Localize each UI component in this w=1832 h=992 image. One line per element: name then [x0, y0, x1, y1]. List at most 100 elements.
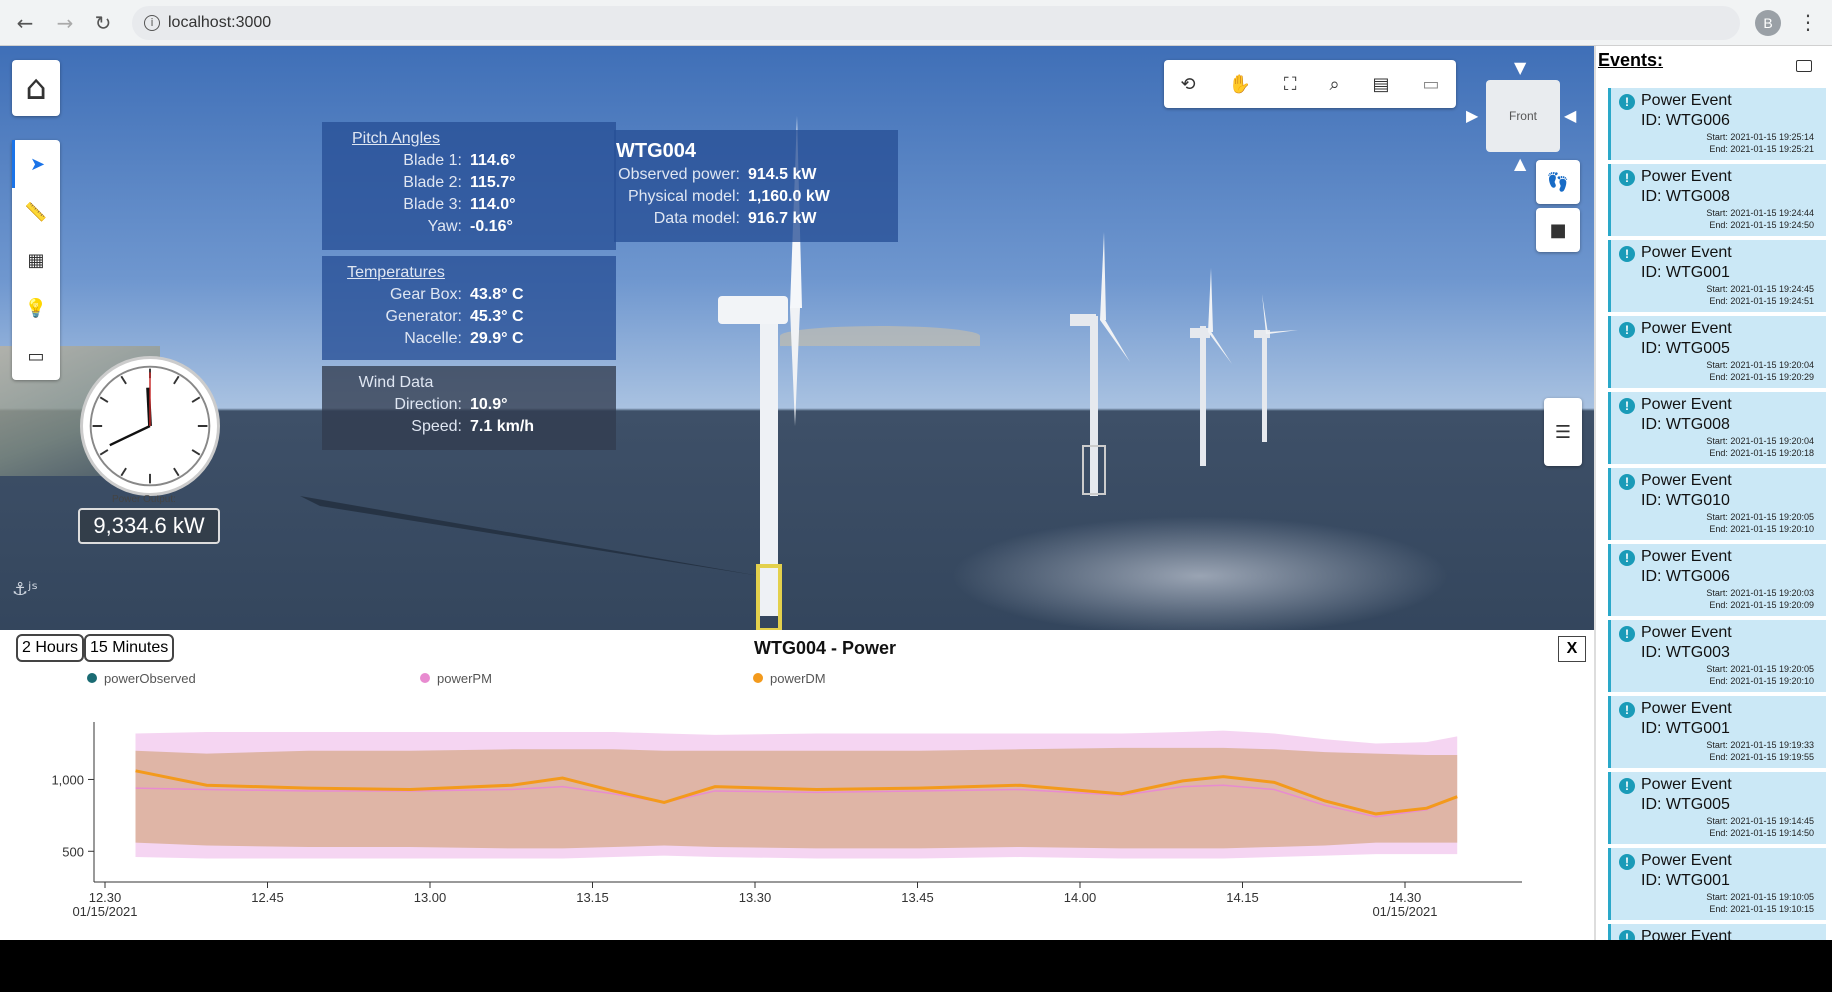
wind-value: 7.1 km/h	[470, 418, 535, 435]
event-card[interactable]: ! Power Event ID: WTG005 Start: 2021-01-15 …	[1608, 772, 1826, 844]
pitch-angles-header[interactable]: Pitch Angles	[322, 128, 470, 150]
event-end: End: 2021-01-15 19:14:50	[1709, 828, 1814, 838]
temp-value: 45.3° C	[470, 308, 524, 325]
camera-button[interactable]: ■	[1536, 208, 1580, 252]
event-start: Start: 2021-01-15 19:20:05	[1706, 512, 1814, 522]
forward-arrow-icon[interactable]: →	[52, 10, 78, 36]
window-tool-button[interactable]: ▭	[12, 332, 60, 380]
event-title: Power Event	[1641, 928, 1732, 940]
turbine-blade	[1100, 232, 1106, 320]
home-button[interactable]: ⌂	[12, 60, 60, 116]
event-title: Power Event	[1641, 700, 1732, 717]
event-start: Start: 2021-01-15 19:10:05	[1706, 892, 1814, 902]
walk-mode-button[interactable]: 👣	[1536, 160, 1580, 204]
minimize-icon[interactable]	[1796, 60, 1812, 72]
navigation-cube[interactable]: Front	[1486, 80, 1560, 152]
event-end: End: 2021-01-15 19:20:09	[1709, 600, 1814, 610]
fullscreen-icon[interactable]: ⛶	[1284, 74, 1297, 95]
event-card[interactable]: ! Power Event ID: WTG006 Start: 2021-01-15 …	[1608, 544, 1826, 616]
temp-row: Nacelle: 29.9° C	[322, 328, 616, 350]
event-id: ID: WTG010	[1641, 492, 1730, 509]
navcube-up-arrow-icon[interactable]: ▼	[1514, 58, 1526, 77]
turbine-blade	[1262, 294, 1268, 334]
event-card[interactable]: ! Power Event ID: WTG001 Start: 2021-01-15 …	[1608, 696, 1826, 768]
select-tool-button[interactable]: ➤	[12, 140, 60, 188]
url-text: localhost:3000	[168, 14, 272, 31]
main-turbine-tower[interactable]	[760, 316, 778, 616]
event-start: Start: 2021-01-15 19:20:03	[1706, 588, 1814, 598]
event-id: ID: WTG003	[1641, 644, 1730, 661]
rotate-icon[interactable]: ⟲	[1180, 74, 1195, 95]
profile-avatar[interactable]: B	[1755, 10, 1781, 36]
cesium-3d-viewer[interactable]: ⌂ ➤ 📏 ▦ 💡 ▭ Power Output: 9,334.6 kW ⚓ʲˢ…	[0, 46, 1594, 630]
event-id: ID: WTG008	[1641, 416, 1730, 433]
event-card[interactable]: ! Power Event	[1608, 924, 1826, 940]
light-tool-button[interactable]: 💡	[12, 284, 60, 332]
event-end: End: 2021-01-15 19:20:10	[1709, 676, 1814, 686]
temp-label: Gear Box:	[389, 286, 462, 303]
turbine-shadow	[300, 496, 760, 576]
back-arrow-icon[interactable]: ←	[12, 10, 38, 36]
turbine-blade	[1208, 268, 1213, 332]
x-tick-label: 12.30	[89, 890, 122, 905]
collapse-panel-icon[interactable]: ▭	[1422, 74, 1439, 95]
reload-icon[interactable]: ↻	[90, 10, 116, 36]
tree-view-button[interactable]: ☰	[1544, 398, 1582, 466]
event-title: Power Event	[1641, 852, 1732, 869]
temperatures-header[interactable]: Temperatures	[322, 262, 470, 284]
event-card[interactable]: ! Power Event ID: WTG001 Start: 2021-01-15 …	[1608, 848, 1826, 920]
event-id: ID: WTG005	[1641, 340, 1730, 357]
bottom-bar	[0, 940, 1832, 992]
event-card[interactable]: ! Power Event ID: WTG005 Start: 2021-01-15 …	[1608, 316, 1826, 388]
measure-tool-button[interactable]: 📏	[12, 188, 60, 236]
confidence-band	[135, 747, 1458, 849]
pitch-angles-panel: Pitch Angles Blade 1: 114.6° Blade 2: 115.…	[322, 122, 616, 250]
navcube-right-arrow-icon[interactable]: ◀	[1564, 106, 1576, 125]
panel-icon[interactable]: ▤	[1373, 74, 1390, 95]
event-title: Power Event	[1641, 320, 1732, 337]
turbine-blade	[1100, 318, 1130, 362]
event-card[interactable]: ! Power Event ID: WTG001 Start: 2021-01-15 …	[1608, 240, 1826, 312]
event-card[interactable]: ! Power Event ID: WTG010 Start: 2021-01-15 …	[1608, 468, 1826, 540]
layer-tool-button[interactable]: ▦	[12, 236, 60, 284]
temperatures-panel: Temperatures Gear Box: 43.8° C Generator:…	[322, 256, 616, 360]
home-icon: ⌂	[25, 68, 47, 108]
event-card[interactable]: ! Power Event ID: WTG006 Start: 2021-01-15 …	[1608, 88, 1826, 160]
event-title: Power Event	[1641, 624, 1732, 641]
main-turbine-nacelle	[718, 296, 788, 324]
browser-menu-icon[interactable]: ⋮	[1798, 10, 1818, 34]
x-tick-date-label: 01/15/2021	[1372, 904, 1437, 919]
alert-icon: !	[1619, 246, 1635, 262]
pitch-row: Yaw: -0.16°	[322, 216, 616, 238]
pan-hand-icon[interactable]: ✋	[1229, 74, 1251, 95]
pitch-label: Yaw:	[427, 218, 462, 235]
pitch-label: Blade 3:	[403, 196, 462, 213]
chart-panel: 2 Hours 15 Minutes WTG004 - Power X powe…	[0, 630, 1594, 940]
turbine-id: WTG004	[616, 140, 697, 162]
event-end: End: 2021-01-15 19:10:15	[1709, 904, 1814, 914]
pitch-row: Blade 1: 114.6°	[322, 150, 616, 172]
clock-gauge	[80, 356, 220, 496]
event-card[interactable]: ! Power Event ID: WTG008 Start: 2021-01-15 …	[1608, 392, 1826, 464]
power-label: Observed power:	[618, 166, 740, 183]
event-id: ID: WTG001	[1641, 872, 1730, 889]
navcube-left-arrow-icon[interactable]: ▶	[1466, 106, 1478, 125]
zoom-extent-icon[interactable]: ⌕	[1329, 74, 1339, 95]
info-icon[interactable]: i	[144, 15, 160, 31]
legend-label: powerPM	[437, 671, 492, 686]
event-card[interactable]: ! Power Event ID: WTG008 Start: 2021-01-15 …	[1608, 164, 1826, 236]
power-row: Observed power: 914.5 kW	[614, 164, 898, 186]
turbine-power-panel: WTG004 Observed power: 914.5 kW Physical …	[614, 130, 898, 242]
legend-label: powerObserved	[104, 671, 196, 686]
pitch-value: 114.6°	[470, 152, 516, 169]
address-bar[interactable]: i localhost:3000 ☆	[132, 6, 1740, 40]
alert-icon: !	[1619, 322, 1635, 338]
turbine-tower	[1090, 316, 1098, 496]
pitch-label: Blade 2:	[403, 174, 462, 191]
power-chart: powerObserved powerPM powerDM 500 1,000 12.30…	[51, 671, 1522, 919]
navcube-down-arrow-icon[interactable]: ▲	[1514, 154, 1526, 173]
event-end: End: 2021-01-15 19:20:29	[1709, 372, 1814, 382]
event-title: Power Event	[1641, 396, 1732, 413]
event-id: ID: WTG006	[1641, 568, 1730, 585]
event-id: ID: WTG008	[1641, 188, 1730, 205]
